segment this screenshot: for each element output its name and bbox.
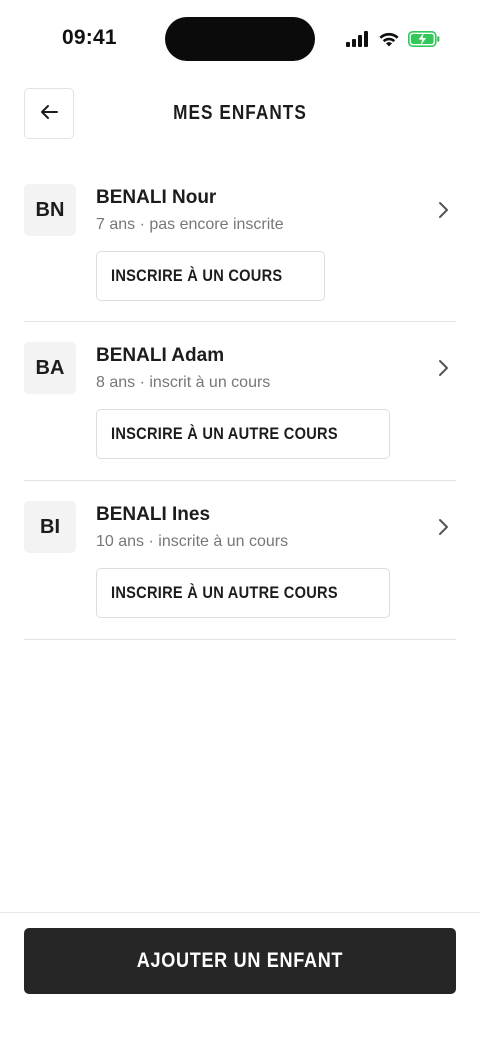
wifi-icon	[378, 31, 400, 47]
avatar: BI	[24, 501, 76, 553]
bottom-divider	[0, 912, 480, 913]
enroll-course-label: INSCRIRE À UN COURS	[111, 266, 283, 285]
add-child-label: AJOUTER UN ENFANT	[136, 949, 344, 972]
battery-charging-icon	[408, 31, 440, 47]
enroll-another-course-button[interactable]: INSCRIRE À UN AUTRE COURS	[96, 409, 390, 459]
enroll-course-label: INSCRIRE À UN AUTRE COURS	[111, 583, 338, 602]
header: MES ENFANTS	[0, 88, 480, 142]
child-subtitle: 7 ans · pas encore inscrite	[96, 216, 284, 233]
status-time: 09:41	[62, 26, 117, 49]
chevron-right-icon[interactable]	[436, 358, 450, 378]
child-item[interactable]: BN BENALI Nour 7 ans · pas encore inscri…	[24, 164, 456, 322]
child-item[interactable]: BA BENALI Adam 8 ans · inscrit à un cour…	[24, 322, 456, 481]
enroll-course-button[interactable]: INSCRIRE À UN COURS	[96, 251, 326, 301]
child-name: BENALI Adam	[96, 345, 225, 366]
dynamic-island	[165, 17, 315, 61]
page-title: MES ENFANTS	[173, 102, 307, 124]
child-subtitle: 8 ans · inscrit à un cours	[96, 374, 271, 391]
status-bar: 09:41	[0, 0, 480, 78]
signal-icon	[346, 31, 370, 47]
chevron-right-icon[interactable]	[436, 517, 450, 537]
avatar: BN	[24, 184, 76, 236]
children-list: BN BENALI Nour 7 ans · pas encore inscri…	[24, 164, 456, 640]
child-name: BENALI Nour	[96, 187, 217, 208]
child-subtitle: 10 ans · inscrite à un cours	[96, 533, 289, 550]
chevron-right-icon[interactable]	[436, 200, 450, 220]
child-item[interactable]: BI BENALI Ines 10 ans · inscrite à un co…	[24, 481, 456, 640]
avatar: BA	[24, 342, 76, 394]
add-child-button[interactable]: AJOUTER UN ENFANT	[24, 928, 456, 994]
enroll-another-course-button[interactable]: INSCRIRE À UN AUTRE COURS	[96, 568, 390, 618]
enroll-course-label: INSCRIRE À UN AUTRE COURS	[111, 424, 338, 443]
status-icons	[346, 29, 440, 49]
child-name: BENALI Ines	[96, 504, 211, 525]
